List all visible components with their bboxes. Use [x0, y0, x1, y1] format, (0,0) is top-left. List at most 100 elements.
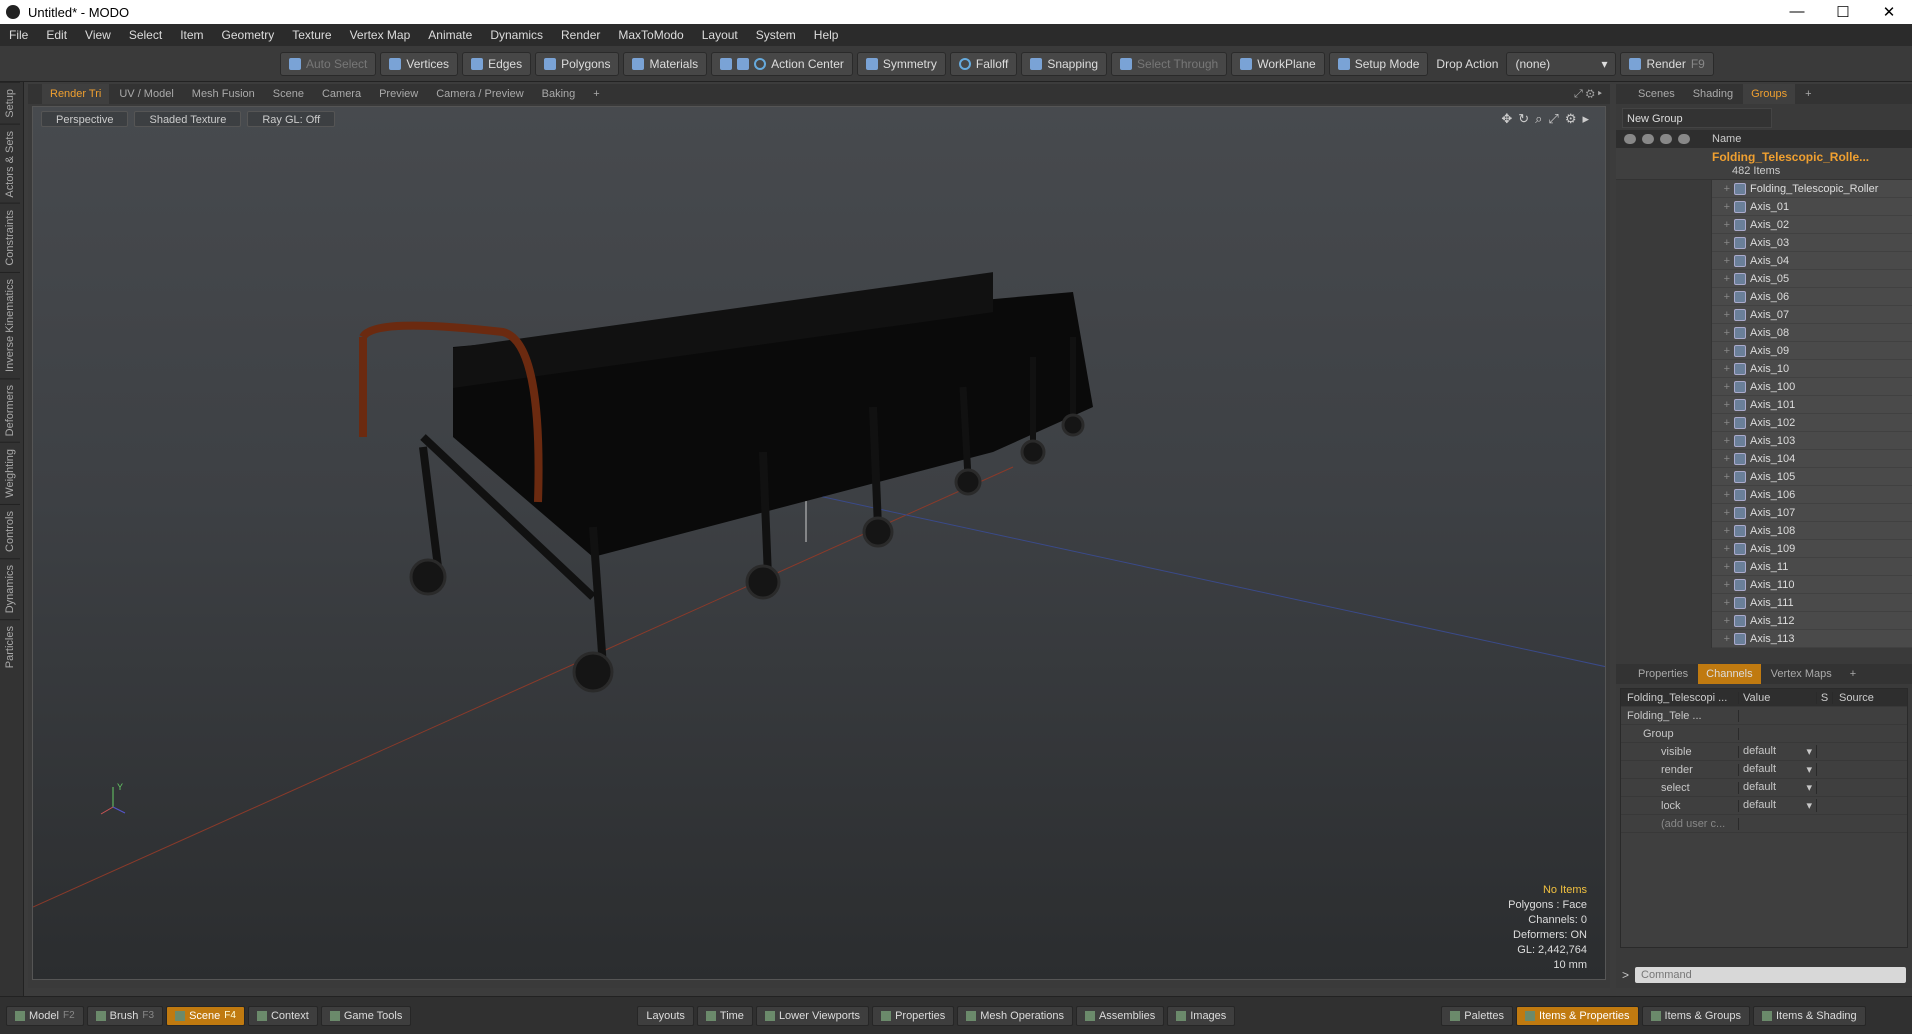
- tab-scene[interactable]: Scene: [265, 84, 312, 104]
- list-item[interactable]: + Axis_101: [1616, 395, 1912, 414]
- render-toggle-icon[interactable]: [1642, 134, 1654, 144]
- auto-select-button[interactable]: Auto Select: [280, 51, 377, 76]
- list-item[interactable]: + Axis_02: [1616, 215, 1912, 234]
- list-item[interactable]: + Axis_06: [1616, 287, 1912, 306]
- tab-render-tri[interactable]: Render Tri: [42, 84, 110, 104]
- chevron-down-icon[interactable]: ▾: [1806, 799, 1812, 812]
- game-tools-tab[interactable]: Game Tools: [320, 1005, 412, 1026]
- tab-deformers[interactable]: Deformers: [0, 377, 20, 443]
- tab-uv-model[interactable]: UV / Model: [111, 84, 181, 104]
- tab-constraints[interactable]: Constraints: [0, 203, 20, 273]
- tab-weighting[interactable]: Weighting: [0, 442, 20, 505]
- list-item[interactable]: + Axis_05: [1616, 269, 1912, 288]
- items-properties-button[interactable]: Items & Properties: [1516, 1005, 1639, 1026]
- chevron-down-icon[interactable]: ▾: [1806, 745, 1812, 758]
- list-item[interactable]: + Axis_112: [1616, 611, 1912, 630]
- menu-maxtomodo[interactable]: MaxToModo: [609, 28, 692, 42]
- command-input[interactable]: Command: [1635, 967, 1906, 983]
- render-button[interactable]: Render F9: [1620, 51, 1714, 76]
- viewport-settings-icon[interactable]: ⚙: [1565, 111, 1577, 127]
- channel-row[interactable]: select default ▾: [1621, 779, 1907, 797]
- tab-camera-preview[interactable]: Camera / Preview: [428, 84, 531, 104]
- channel-root-row[interactable]: Folding_Tele ...: [1621, 707, 1907, 725]
- menu-system[interactable]: System: [747, 28, 805, 42]
- menu-geometry[interactable]: Geometry: [213, 28, 284, 42]
- tab-vertex-maps[interactable]: Vertex Maps: [1763, 664, 1840, 684]
- tab-particles[interactable]: Particles: [0, 619, 20, 675]
- channel-row[interactable]: render default ▾: [1621, 761, 1907, 779]
- list-item[interactable]: + Axis_04: [1616, 251, 1912, 270]
- list-item[interactable]: + Axis_07: [1616, 305, 1912, 324]
- channel-row[interactable]: lock default ▾: [1621, 797, 1907, 815]
- tab-groups[interactable]: Groups: [1743, 84, 1796, 104]
- menu-select[interactable]: Select: [120, 28, 171, 42]
- tab-channels[interactable]: Channels: [1698, 664, 1761, 684]
- tab-shading[interactable]: Shading: [1685, 84, 1741, 104]
- list-item[interactable]: + Axis_108: [1616, 521, 1912, 540]
- model-tab[interactable]: Model F2: [6, 1005, 84, 1026]
- chevron-down-icon[interactable]: ▾: [1806, 763, 1812, 776]
- new-group-button[interactable]: New Group: [1622, 108, 1772, 128]
- add-user-channel-row[interactable]: (add user c...: [1621, 815, 1907, 833]
- list-item[interactable]: + Axis_107: [1616, 503, 1912, 522]
- symmetry-button[interactable]: Symmetry: [856, 51, 946, 76]
- brush-tab[interactable]: Brush F3: [86, 1005, 164, 1026]
- select-through-button[interactable]: Select Through: [1111, 51, 1228, 76]
- tab-baking[interactable]: Baking: [534, 84, 584, 104]
- list-item[interactable]: + Folding_Telescopic_Roller: [1616, 179, 1912, 198]
- items-groups-button[interactable]: Items & Groups: [1641, 1005, 1750, 1026]
- list-item[interactable]: + Axis_109: [1616, 539, 1912, 558]
- workplane-button[interactable]: WorkPlane: [1231, 51, 1325, 76]
- viewport-menu-icon[interactable]: ▸: [1582, 111, 1589, 127]
- rotate-view-icon[interactable]: ↻: [1518, 111, 1529, 127]
- list-item[interactable]: + Axis_11: [1616, 557, 1912, 576]
- tab-actors-sets[interactable]: Actors & Sets: [0, 123, 20, 204]
- view-mode-button[interactable]: Perspective: [41, 111, 129, 127]
- group-row[interactable]: Folding_Telescopic_Rolle... 482 Items: [1616, 148, 1912, 180]
- tab-dynamics[interactable]: Dynamics: [0, 558, 20, 620]
- tab-properties[interactable]: Properties: [1630, 664, 1696, 684]
- menu-animate[interactable]: Animate: [419, 28, 481, 42]
- add-props-tab-button[interactable]: +: [1842, 664, 1864, 684]
- tab-mesh-fusion[interactable]: Mesh Fusion: [184, 84, 263, 104]
- viewport-options-icon[interactable]: ⤢ ⚙ ▸: [1566, 84, 1610, 104]
- zoom-view-icon[interactable]: ⌕: [1535, 111, 1542, 127]
- palettes-button[interactable]: Palettes: [1441, 1005, 1514, 1026]
- list-item[interactable]: + Axis_113: [1616, 629, 1912, 648]
- tab-scenes[interactable]: Scenes: [1630, 84, 1683, 104]
- list-item[interactable]: + Axis_110: [1616, 575, 1912, 594]
- shading-mode-button[interactable]: Shaded Texture: [134, 111, 242, 127]
- images-button[interactable]: Images: [1167, 1005, 1236, 1026]
- list-item[interactable]: + Axis_111: [1616, 593, 1912, 612]
- list-item[interactable]: + Axis_100: [1616, 377, 1912, 396]
- edges-button[interactable]: Edges: [462, 51, 532, 76]
- setup-mode-button[interactable]: Setup Mode: [1328, 51, 1429, 76]
- minimize-button[interactable]: —: [1774, 3, 1820, 21]
- select-toggle-icon[interactable]: [1678, 134, 1690, 144]
- polygons-button[interactable]: Polygons: [535, 51, 620, 76]
- chevron-down-icon[interactable]: ▾: [1806, 781, 1812, 794]
- list-item[interactable]: + Axis_106: [1616, 485, 1912, 504]
- list-item[interactable]: + Axis_104: [1616, 449, 1912, 468]
- scene-tab[interactable]: Scene F4: [166, 1005, 245, 1026]
- menu-texture[interactable]: Texture: [283, 28, 340, 42]
- tab-controls[interactable]: Controls: [0, 504, 20, 558]
- add-right-tab-button[interactable]: +: [1797, 84, 1819, 104]
- close-button[interactable]: ✕: [1866, 3, 1912, 21]
- menu-item[interactable]: Item: [171, 28, 212, 42]
- list-item[interactable]: + Axis_08: [1616, 323, 1912, 342]
- menu-render[interactable]: Render: [552, 28, 609, 42]
- lock-icon[interactable]: [1660, 134, 1672, 144]
- visibility-icon[interactable]: [1624, 134, 1636, 144]
- list-item[interactable]: + Axis_105: [1616, 467, 1912, 486]
- materials-button[interactable]: Materials: [623, 51, 708, 76]
- tab-preview[interactable]: Preview: [371, 84, 426, 104]
- items-shading-button[interactable]: Items & Shading: [1752, 1005, 1866, 1026]
- list-item[interactable]: + Axis_09: [1616, 341, 1912, 360]
- mesh-operations-button[interactable]: Mesh Operations: [957, 1005, 1073, 1026]
- tab-inverse-kinematics[interactable]: Inverse Kinematics: [0, 272, 20, 378]
- snapping-button[interactable]: Snapping: [1021, 51, 1108, 76]
- time-button[interactable]: Time: [696, 1005, 753, 1026]
- list-item[interactable]: + Axis_102: [1616, 413, 1912, 432]
- tab-camera[interactable]: Camera: [314, 84, 369, 104]
